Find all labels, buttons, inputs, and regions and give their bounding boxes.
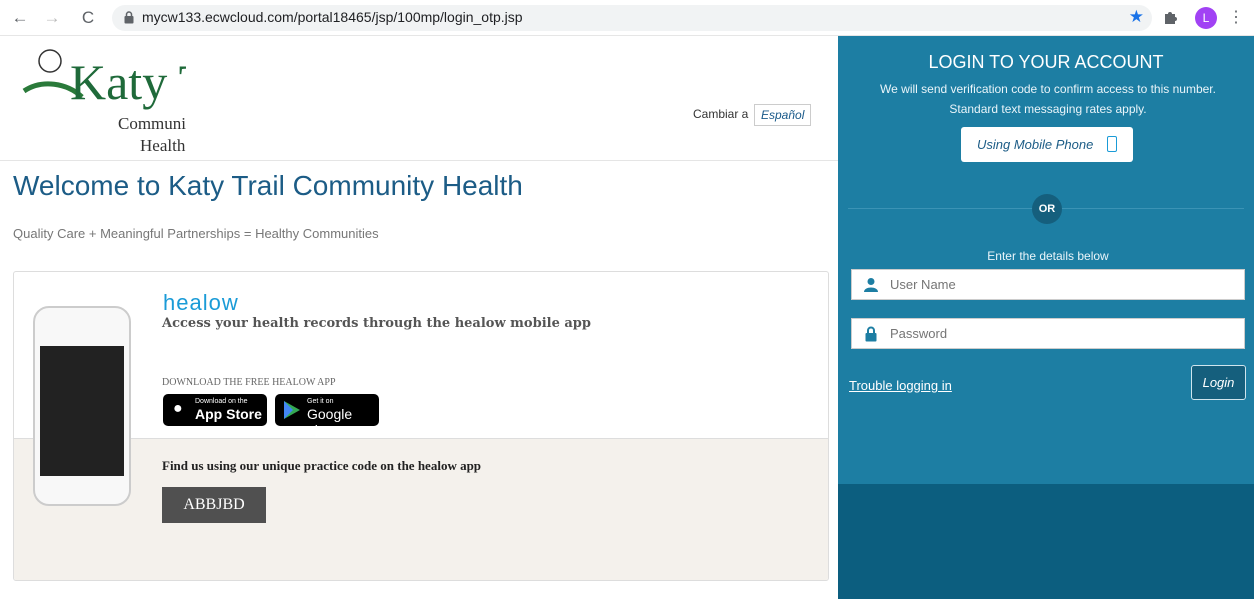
logo-text-health: Health <box>140 136 186 155</box>
katy-trail-logo: Katy Trail Community Health <box>22 39 274 159</box>
login-subtitle: We will send verification code to confir… <box>838 79 1254 119</box>
page-title: Welcome to Katy Trail Community Health <box>13 170 523 201</box>
espanol-button[interactable]: Español <box>754 104 812 126</box>
google-play-icon <box>284 401 300 419</box>
reload-icon[interactable]: C <box>76 6 100 30</box>
google-play-small-text: Get it on <box>307 398 334 405</box>
address-bar[interactable]: mycw133.ecwcloud.com/portal18465/jsp/100… <box>112 5 1152 31</box>
tagline: Quality Care + Meaningful Partnerships =… <box>13 226 379 241</box>
language-switch-label: Cambiar a <box>693 107 749 121</box>
enter-details-label: Enter the details below <box>987 249 1109 263</box>
mobile-button-label: Using Mobile Phone <box>977 137 1094 152</box>
practice-code-instructions: Find us using our unique practice code o… <box>162 458 482 473</box>
password-field[interactable] <box>851 318 1245 349</box>
header-divider <box>0 160 838 161</box>
healow-headline: Access your health records through the h… <box>162 316 591 331</box>
google-play-button[interactable]: Get it on Google play <box>275 394 379 438</box>
trouble-logging-in-link[interactable]: Trouble logging in <box>849 378 952 393</box>
using-mobile-phone-button[interactable]: Using Mobile Phone <box>961 127 1133 162</box>
lock-icon <box>124 11 134 24</box>
password-input[interactable] <box>890 319 1230 348</box>
logo-text-community: Community <box>118 114 186 133</box>
logo-graphic: Katy Trail Community Health <box>22 49 274 155</box>
user-icon <box>864 278 878 292</box>
logo-text-main: Katy Trail <box>70 54 186 110</box>
username-input[interactable] <box>890 270 1230 299</box>
phone-screen <box>40 346 124 476</box>
url-text: mycw133.ecwcloud.com/portal18465/jsp/100… <box>142 9 523 25</box>
google-play-text: Google play <box>307 406 353 438</box>
browser-toolbar: ← → C mycw133.ecwcloud.com/portal18465/j… <box>0 0 1254 36</box>
forward-icon[interactable]: → <box>40 6 64 30</box>
phone-illustration <box>33 306 131 506</box>
back-icon[interactable]: ← <box>8 6 32 30</box>
username-field[interactable] <box>851 269 1245 300</box>
login-subtitle-line1: We will send verification code to confir… <box>880 82 1216 96</box>
app-store-button[interactable]: ● Download on the App Store <box>163 394 267 426</box>
app-store-small-text: Download on the <box>195 398 248 405</box>
healow-logo: healow <box>163 290 239 315</box>
login-panel-footer <box>838 484 1254 599</box>
padlock-icon <box>865 326 877 342</box>
app-store-text: App Store <box>195 406 262 422</box>
login-panel: LOGIN TO YOUR ACCOUNT We will send verif… <box>838 36 1254 599</box>
extensions-puzzle-icon[interactable] <box>1162 8 1180 26</box>
practice-code-badge: ABBJBD <box>162 487 266 523</box>
profile-avatar[interactable]: L <box>1195 7 1217 29</box>
mobile-phone-icon <box>1107 136 1117 152</box>
login-title: LOGIN TO YOUR ACCOUNT <box>928 52 1164 72</box>
download-label: DOWNLOAD THE FREE HEALOW APP <box>162 377 336 388</box>
login-subtitle-line2: Standard text messaging rates apply. <box>949 102 1147 116</box>
apple-icon: ● <box>173 400 183 417</box>
login-button[interactable]: Login <box>1191 365 1246 400</box>
healow-card: healow Access your health records throug… <box>13 271 829 581</box>
bookmark-star-icon[interactable]: ★ <box>1129 7 1144 27</box>
or-badge: OR <box>1032 194 1062 224</box>
menu-kebab-icon[interactable]: ⋮ <box>1228 6 1244 30</box>
